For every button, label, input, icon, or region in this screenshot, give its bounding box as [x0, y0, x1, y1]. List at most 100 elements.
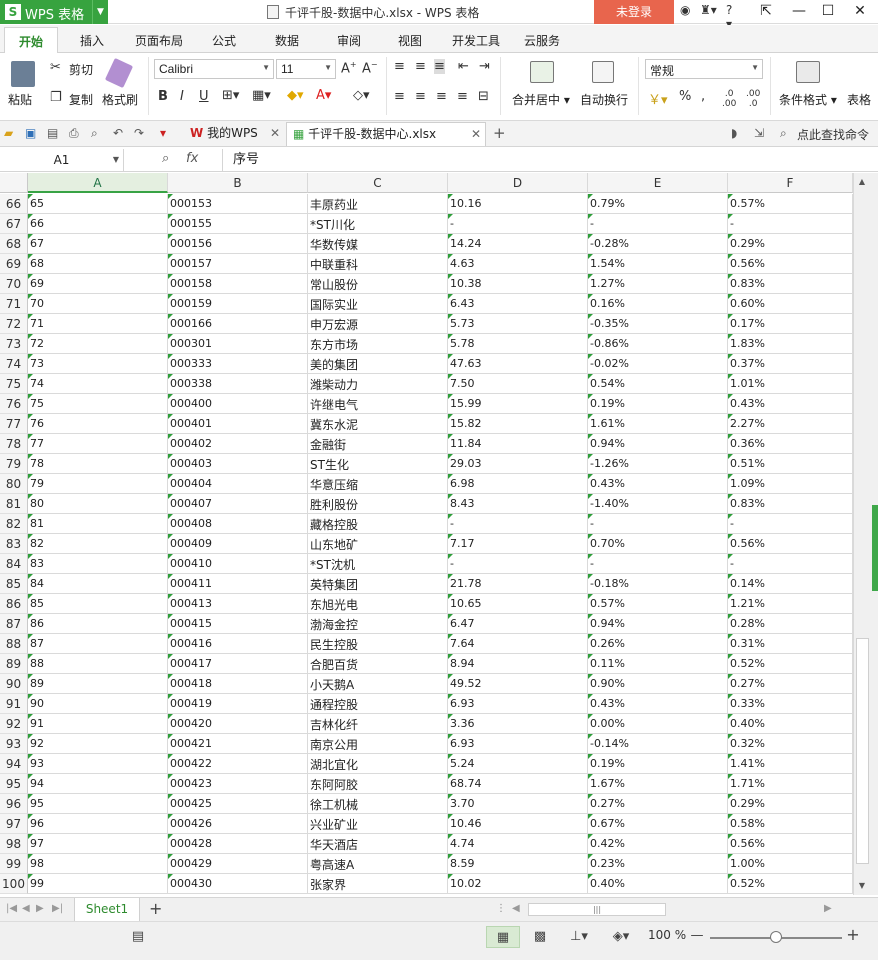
grid-cell[interactable]: 97 [28, 834, 168, 854]
grid-cell[interactable]: 1.54% [588, 254, 728, 274]
grid-cell[interactable]: 0.43% [588, 474, 728, 494]
row-header[interactable]: 73 [0, 334, 28, 354]
grid-cell[interactable]: 0.52% [728, 874, 853, 894]
grid-cell[interactable]: 77 [28, 434, 168, 454]
column-header-e[interactable]: E [588, 173, 728, 193]
close-button[interactable]: ✕ [845, 0, 875, 24]
grid-cell[interactable]: 0.60% [728, 294, 853, 314]
notes-icon[interactable]: ▤ [128, 926, 148, 948]
grid-cell[interactable]: 10.02 [448, 874, 588, 894]
grid-cell[interactable]: 000430 [168, 874, 308, 894]
scroll-thumb[interactable]: ||| [528, 903, 666, 916]
row-header[interactable]: 70 [0, 274, 28, 294]
grid-cell[interactable]: -0.02% [588, 354, 728, 374]
grid-cell[interactable]: 0.28% [728, 614, 853, 634]
scroll-right-icon[interactable]: ▶ [824, 903, 832, 914]
tab-data[interactable]: 数据 [275, 32, 299, 49]
grid-cell[interactable]: 000415 [168, 614, 308, 634]
command-search[interactable]: 点此查找命令 [797, 126, 869, 143]
grid-cell[interactable]: 10.65 [448, 594, 588, 614]
shirt-icon[interactable]: ♜▾ [700, 3, 717, 17]
font-size-select[interactable]: 11 ▼ [276, 59, 336, 79]
row-header[interactable]: 81 [0, 494, 28, 514]
customize-quick-access-icon[interactable]: ▾ [160, 126, 166, 140]
restore-ribbon-icon[interactable]: ⇱ [751, 0, 781, 24]
grid-cell[interactable]: 0.29% [728, 794, 853, 814]
grid-cell[interactable]: 小天鹅A [308, 674, 448, 694]
wps-menu-button[interactable]: S WPS 表格 ▼ [0, 0, 108, 24]
row-header[interactable]: 100 [0, 874, 28, 894]
row-header[interactable]: 92 [0, 714, 28, 734]
border-icon[interactable]: ⊞▾ [222, 88, 239, 103]
grid-cell[interactable]: 0.56% [728, 834, 853, 854]
copy-icon[interactable]: ❐ [50, 90, 62, 105]
align-right-icon[interactable]: ≡ [436, 89, 447, 104]
prev-sheet-icon[interactable]: ◀ [22, 903, 30, 914]
increase-font-icon[interactable]: A+ [341, 60, 357, 76]
tab-review[interactable]: 审阅 [337, 32, 361, 49]
share-icon[interactable]: ◗ [731, 126, 737, 140]
merge-center-button[interactable]: 合并居中 ▾ [512, 91, 570, 108]
grid-cell[interactable]: 000159 [168, 294, 308, 314]
grid-cell[interactable]: 000413 [168, 594, 308, 614]
grid-cell[interactable]: 89 [28, 674, 168, 694]
grid-cell[interactable]: *ST沈机 [308, 554, 448, 574]
grid-cell[interactable]: - [728, 214, 853, 234]
tab-formulas[interactable]: 公式 [212, 32, 236, 49]
grid-cell[interactable]: 000400 [168, 394, 308, 414]
scroll-left-icon[interactable]: ◀ [512, 903, 520, 914]
grid-cell[interactable]: 0.40% [728, 714, 853, 734]
function-icon[interactable]: fx [186, 151, 198, 166]
grid-cell[interactable]: 0.32% [728, 734, 853, 754]
export-pdf-icon[interactable]: ▤ [47, 126, 58, 140]
grid-cell[interactable]: 000404 [168, 474, 308, 494]
row-header[interactable]: 78 [0, 434, 28, 454]
grid-cell[interactable]: - [588, 214, 728, 234]
grid-cell[interactable]: -0.35% [588, 314, 728, 334]
grid-cell[interactable]: 10.38 [448, 274, 588, 294]
grid-cell[interactable]: 许继电气 [308, 394, 448, 414]
grid-cell[interactable]: 0.26% [588, 634, 728, 654]
grid-cell[interactable]: *ST川化 [308, 214, 448, 234]
grid-cell[interactable]: 0.23% [588, 854, 728, 874]
grid-cell[interactable]: 华意压缩 [308, 474, 448, 494]
formula-input[interactable]: 序号 [222, 149, 878, 171]
italic-icon[interactable]: I [180, 89, 184, 104]
grid-cell[interactable]: 72 [28, 334, 168, 354]
grid-cell[interactable]: - [728, 554, 853, 574]
row-header[interactable]: 74 [0, 354, 28, 374]
grid-cell[interactable]: 000416 [168, 634, 308, 654]
fill-color-icon[interactable]: ◆▾ [287, 88, 304, 103]
column-header-b[interactable]: B [168, 173, 308, 193]
grid-cell[interactable]: 69 [28, 274, 168, 294]
row-header[interactable]: 97 [0, 814, 28, 834]
first-sheet-icon[interactable]: |◀ [6, 903, 17, 914]
grid-cell[interactable]: 000401 [168, 414, 308, 434]
grid-cell[interactable]: -0.28% [588, 234, 728, 254]
grid-cell[interactable]: 4.74 [448, 834, 588, 854]
row-header[interactable]: 66 [0, 194, 28, 214]
new-tab-icon[interactable]: + [493, 124, 506, 142]
indent-increase-icon[interactable]: ⇥ [479, 59, 490, 74]
table-style-button[interactable]: 表格 [847, 91, 871, 108]
grid-cell[interactable]: 英特集团 [308, 574, 448, 594]
grid-cell[interactable]: 1.00% [728, 854, 853, 874]
font-name-select[interactable]: Calibri ▼ [154, 59, 274, 79]
copy-button[interactable]: 复制 [69, 91, 93, 108]
grid-cell[interactable]: 11.84 [448, 434, 588, 454]
grid-cell[interactable]: 7.50 [448, 374, 588, 394]
align-center-icon[interactable]: ≡ [415, 89, 426, 104]
print-icon[interactable]: ⎙ [69, 126, 79, 141]
page-break-view-icon[interactable]: ▩ [526, 926, 554, 948]
format-painter-button[interactable]: 格式刷 [102, 91, 138, 108]
splitter-icon[interactable]: ⋮ [496, 903, 506, 914]
grid-cell[interactable]: 0.11% [588, 654, 728, 674]
grid-cell[interactable]: 0.54% [588, 374, 728, 394]
grid-cell[interactable]: 冀东水泥 [308, 414, 448, 434]
grid-cell[interactable]: 东旭光电 [308, 594, 448, 614]
grid-cell[interactable]: 常山股份 [308, 274, 448, 294]
grid-cell[interactable]: 南京公用 [308, 734, 448, 754]
grid-cell[interactable]: 000421 [168, 734, 308, 754]
grid-cell[interactable]: 山东地矿 [308, 534, 448, 554]
scroll-thumb[interactable] [856, 638, 869, 864]
